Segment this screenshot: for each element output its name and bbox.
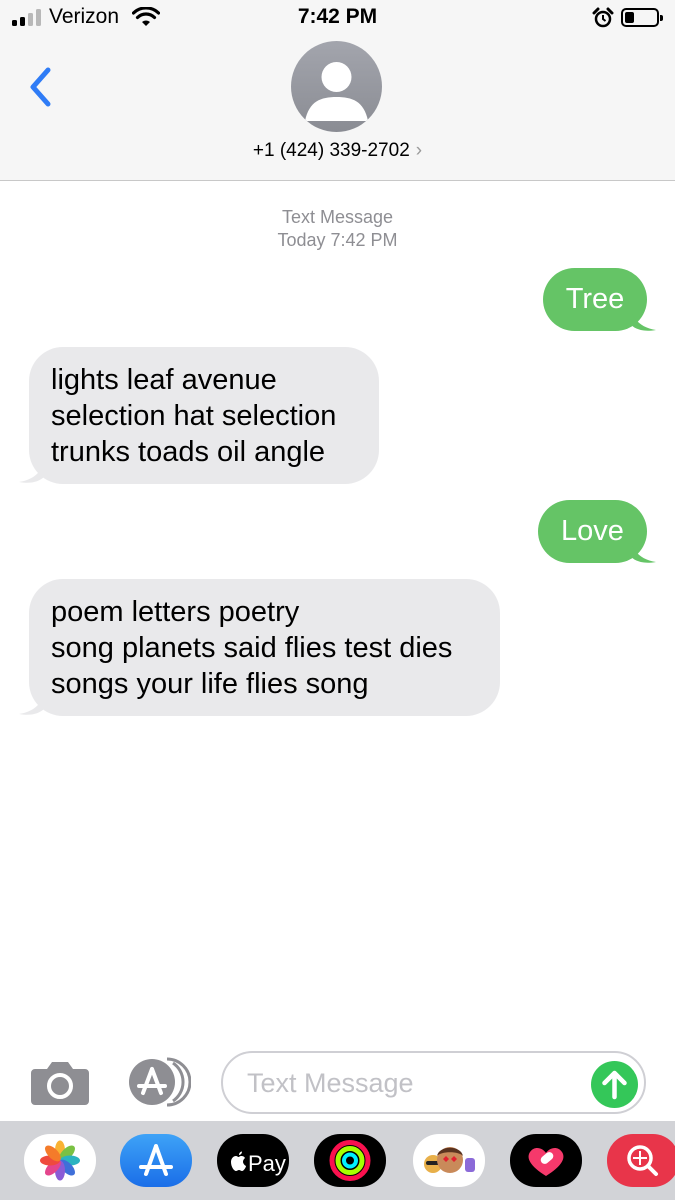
message-line: trunks toads oil angle bbox=[51, 436, 326, 468]
message-line: poem letters poetry bbox=[51, 596, 300, 628]
message-input-placeholder: Text Message bbox=[247, 1068, 414, 1098]
sent-bubble-tail bbox=[630, 308, 656, 331]
send-button[interactable] bbox=[591, 1061, 638, 1108]
received-message-bubble[interactable]: lights leaf avenue selection hat selecti… bbox=[29, 347, 379, 484]
apple-pay-app-icon[interactable]: Pay bbox=[217, 1134, 289, 1187]
message-input-field[interactable]: Text Message bbox=[221, 1051, 646, 1114]
status-time: 7:42 PM bbox=[297, 5, 378, 28]
contact-name-button[interactable]: +1 (424) 339-2702 › bbox=[0, 140, 675, 162]
up-arrow-icon bbox=[602, 1070, 627, 1100]
received-message-bubble[interactable]: poem letters poetry song planets said fl… bbox=[29, 579, 500, 716]
app-store-drawer-icon[interactable] bbox=[127, 1057, 191, 1107]
status-bar: Verizon 7:42 PM bbox=[0, 0, 675, 38]
photos-app-icon[interactable] bbox=[24, 1134, 96, 1187]
message-timestamp: Today 7:42 PM bbox=[277, 230, 398, 250]
message-line: song planets said flies test dies bbox=[51, 632, 453, 664]
person-silhouette-icon bbox=[305, 62, 368, 121]
contact-chevron-icon: › bbox=[415, 140, 423, 161]
message-line: selection hat selection bbox=[51, 400, 337, 432]
message-text: Love bbox=[561, 515, 624, 547]
camera-icon[interactable] bbox=[31, 1059, 89, 1105]
received-bubble-tail bbox=[19, 460, 45, 483]
activity-app-icon[interactable] bbox=[314, 1134, 386, 1187]
navigation-header: Verizon 7:42 PM +1 (424) 339-2702 › bbox=[0, 0, 675, 181]
app-store-app-icon[interactable] bbox=[120, 1134, 192, 1187]
service-label: Text Message bbox=[281, 207, 394, 227]
imessage-app-drawer: Pay bbox=[0, 1121, 675, 1200]
sent-bubble-tail bbox=[630, 540, 656, 563]
battery-icon bbox=[621, 8, 663, 27]
back-chevron-icon[interactable] bbox=[26, 64, 56, 110]
conversation-header: Text Message Today 7:42 PM bbox=[0, 206, 675, 252]
contact-name: +1 (424) 339-2702 bbox=[252, 140, 410, 161]
message-text: Tree bbox=[565, 283, 625, 315]
message-line: lights leaf avenue bbox=[51, 364, 277, 396]
contact-avatar[interactable] bbox=[291, 41, 382, 132]
message-line: songs your life flies song bbox=[51, 668, 369, 700]
received-bubble-tail bbox=[19, 692, 45, 715]
digital-touch-app-icon[interactable] bbox=[510, 1134, 582, 1187]
memoji-app-icon[interactable] bbox=[413, 1134, 485, 1187]
alarm-clock-icon bbox=[592, 7, 614, 28]
apple-pay-label: Pay bbox=[248, 1151, 286, 1176]
images-search-app-icon[interactable] bbox=[607, 1134, 675, 1187]
